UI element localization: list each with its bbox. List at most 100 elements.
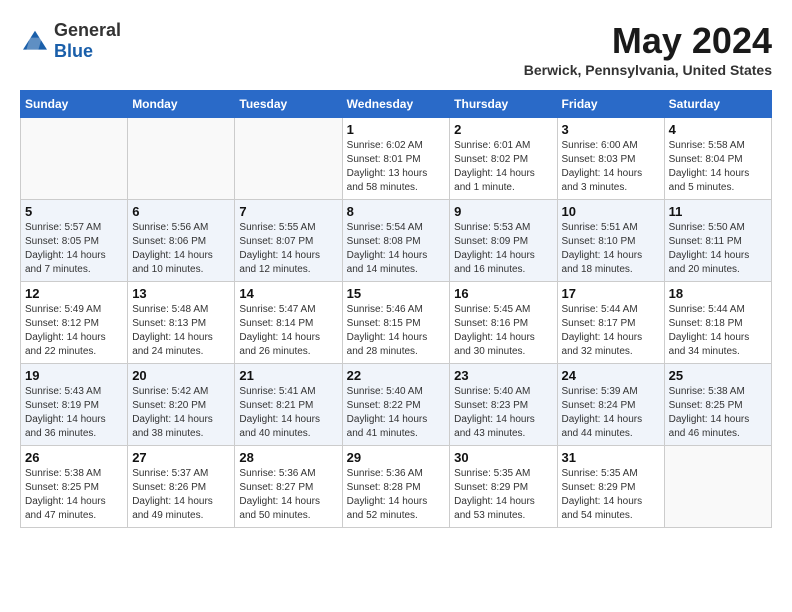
cell-info: Sunrise: 5:36 AMSunset: 8:27 PMDaylight:… bbox=[239, 467, 337, 523]
cell-info: Sunrise: 5:39 AMSunset: 8:24 PMDaylight:… bbox=[562, 385, 660, 441]
cell-day-number: 7 bbox=[239, 204, 337, 219]
cell-info: Sunrise: 5:35 AMSunset: 8:29 PMDaylight:… bbox=[562, 467, 660, 523]
cell-day-number: 26 bbox=[25, 450, 123, 465]
calendar-cell: 23Sunrise: 5:40 AMSunset: 8:23 PMDayligh… bbox=[450, 364, 557, 446]
calendar-cell: 25 Sunrise: 5:38 AMSunset: 8:25 PMDayligh… bbox=[664, 364, 771, 446]
cell-day-number: 25 bbox=[669, 368, 767, 383]
cell-day-number: 13 bbox=[132, 286, 230, 301]
cell-day-number: 27 bbox=[132, 450, 230, 465]
cell-day-number: 31 bbox=[562, 450, 660, 465]
day-header-friday: Friday bbox=[557, 91, 664, 118]
cell-info: Sunrise: 5:36 AMSunset: 8:28 PMDaylight:… bbox=[347, 467, 446, 523]
cell-info: Sunrise: 5:49 AMSunset: 8:12 PMDaylight:… bbox=[25, 303, 123, 359]
calendar-cell: 24 Sunrise: 5:39 AMSunset: 8:24 PMDayligh… bbox=[557, 364, 664, 446]
cell-info: Sunrise: 5:44 AMSunset: 8:17 PMDaylight:… bbox=[562, 303, 660, 359]
calendar-week-row: 1 Sunrise: 6:02 AMSunset: 8:01 PMDaylight… bbox=[21, 118, 772, 200]
calendar-table: SundayMondayTuesdayWednesdayThursdayFrid… bbox=[20, 90, 772, 528]
cell-day-number: 10 bbox=[562, 204, 660, 219]
cell-info: Sunrise: 5:37 AMSunset: 8:26 PMDaylight:… bbox=[132, 467, 230, 523]
cell-info: Sunrise: 6:00 AMSunset: 8:03 PMDaylight:… bbox=[562, 139, 660, 195]
cell-day-number: 28 bbox=[239, 450, 337, 465]
logo-general: General bbox=[54, 20, 121, 40]
cell-info: Sunrise: 6:02 AMSunset: 8:01 PMDaylight:… bbox=[347, 139, 446, 195]
cell-info: Sunrise: 5:56 AMSunset: 8:06 PMDaylight:… bbox=[132, 221, 230, 277]
cell-day-number: 17 bbox=[562, 286, 660, 301]
day-header-sunday: Sunday bbox=[21, 91, 128, 118]
calendar-cell: 6Sunrise: 5:56 AMSunset: 8:06 PMDaylight… bbox=[128, 200, 235, 282]
cell-day-number: 16 bbox=[454, 286, 552, 301]
calendar-cell: 4 Sunrise: 5:58 AMSunset: 8:04 PMDaylight… bbox=[664, 118, 771, 200]
cell-info: Sunrise: 5:54 AMSunset: 8:08 PMDaylight:… bbox=[347, 221, 446, 277]
cell-day-number: 29 bbox=[347, 450, 446, 465]
cell-day-number: 20 bbox=[132, 368, 230, 383]
cell-info: Sunrise: 5:58 AMSunset: 8:04 PMDaylight:… bbox=[669, 139, 767, 195]
calendar-cell: 16Sunrise: 5:45 AMSunset: 8:16 PMDayligh… bbox=[450, 282, 557, 364]
cell-info: Sunrise: 5:41 AMSunset: 8:21 PMDaylight:… bbox=[239, 385, 337, 441]
calendar-cell: 29 Sunrise: 5:36 AMSunset: 8:28 PMDayligh… bbox=[342, 446, 450, 528]
cell-info: Sunrise: 5:48 AMSunset: 8:13 PMDaylight:… bbox=[132, 303, 230, 359]
cell-info: Sunrise: 5:44 AMSunset: 8:18 PMDaylight:… bbox=[669, 303, 767, 359]
calendar-header-row: SundayMondayTuesdayWednesdayThursdayFrid… bbox=[21, 91, 772, 118]
calendar-week-row: 19 Sunrise: 5:43 AMSunset: 8:19 PMDayligh… bbox=[21, 364, 772, 446]
cell-info: Sunrise: 5:50 AMSunset: 8:11 PMDaylight:… bbox=[669, 221, 767, 277]
calendar-cell: 10 Sunrise: 5:51 AMSunset: 8:10 PMDayligh… bbox=[557, 200, 664, 282]
cell-info: Sunrise: 5:46 AMSunset: 8:15 PMDaylight:… bbox=[347, 303, 446, 359]
calendar-cell bbox=[21, 118, 128, 200]
cell-info: Sunrise: 6:01 AMSunset: 8:02 PMDaylight:… bbox=[454, 139, 552, 195]
day-header-monday: Monday bbox=[128, 91, 235, 118]
calendar-week-row: 5Sunrise: 5:57 AMSunset: 8:05 PMDaylight… bbox=[21, 200, 772, 282]
location-subtitle: Berwick, Pennsylvania, United States bbox=[524, 62, 772, 78]
cell-day-number: 15 bbox=[347, 286, 446, 301]
calendar-cell: 8Sunrise: 5:54 AMSunset: 8:08 PMDaylight… bbox=[342, 200, 450, 282]
cell-day-number: 24 bbox=[562, 368, 660, 383]
cell-day-number: 12 bbox=[25, 286, 123, 301]
cell-day-number: 9 bbox=[454, 204, 552, 219]
cell-day-number: 21 bbox=[239, 368, 337, 383]
cell-info: Sunrise: 5:42 AMSunset: 8:20 PMDaylight:… bbox=[132, 385, 230, 441]
calendar-cell: 14Sunrise: 5:47 AMSunset: 8:14 PMDayligh… bbox=[235, 282, 342, 364]
calendar-cell: 9Sunrise: 5:53 AMSunset: 8:09 PMDaylight… bbox=[450, 200, 557, 282]
calendar-week-row: 26 Sunrise: 5:38 AMSunset: 8:25 PMDayligh… bbox=[21, 446, 772, 528]
calendar-cell: 15 Sunrise: 5:46 AMSunset: 8:15 PMDayligh… bbox=[342, 282, 450, 364]
cell-info: Sunrise: 5:38 AMSunset: 8:25 PMDaylight:… bbox=[669, 385, 767, 441]
calendar-cell: 19 Sunrise: 5:43 AMSunset: 8:19 PMDayligh… bbox=[21, 364, 128, 446]
logo-icon bbox=[20, 29, 50, 53]
calendar-cell: 31 Sunrise: 5:35 AMSunset: 8:29 PMDayligh… bbox=[557, 446, 664, 528]
calendar-cell: 7 Sunrise: 5:55 AMSunset: 8:07 PMDaylight… bbox=[235, 200, 342, 282]
cell-info: Sunrise: 5:43 AMSunset: 8:19 PMDaylight:… bbox=[25, 385, 123, 441]
calendar-cell: 18 Sunrise: 5:44 AMSunset: 8:18 PMDayligh… bbox=[664, 282, 771, 364]
calendar-cell: 2Sunrise: 6:01 AMSunset: 8:02 PMDaylight… bbox=[450, 118, 557, 200]
logo-blue: Blue bbox=[54, 41, 93, 61]
calendar-cell: 1 Sunrise: 6:02 AMSunset: 8:01 PMDaylight… bbox=[342, 118, 450, 200]
calendar-cell: 17 Sunrise: 5:44 AMSunset: 8:17 PMDayligh… bbox=[557, 282, 664, 364]
cell-day-number: 18 bbox=[669, 286, 767, 301]
cell-day-number: 5 bbox=[25, 204, 123, 219]
cell-day-number: 19 bbox=[25, 368, 123, 383]
cell-info: Sunrise: 5:38 AMSunset: 8:25 PMDaylight:… bbox=[25, 467, 123, 523]
month-title: May 2024 bbox=[524, 20, 772, 62]
calendar-cell: 13 Sunrise: 5:48 AMSunset: 8:13 PMDayligh… bbox=[128, 282, 235, 364]
cell-day-number: 14 bbox=[239, 286, 337, 301]
calendar-cell: 3 Sunrise: 6:00 AMSunset: 8:03 PMDaylight… bbox=[557, 118, 664, 200]
calendar-cell: 21 Sunrise: 5:41 AMSunset: 8:21 PMDayligh… bbox=[235, 364, 342, 446]
calendar-cell: 22Sunrise: 5:40 AMSunset: 8:22 PMDayligh… bbox=[342, 364, 450, 446]
calendar-cell bbox=[664, 446, 771, 528]
cell-day-number: 4 bbox=[669, 122, 767, 137]
calendar-cell: 20 Sunrise: 5:42 AMSunset: 8:20 PMDayligh… bbox=[128, 364, 235, 446]
cell-info: Sunrise: 5:40 AMSunset: 8:22 PMDaylight:… bbox=[347, 385, 446, 441]
calendar-cell: 11Sunrise: 5:50 AMSunset: 8:11 PMDayligh… bbox=[664, 200, 771, 282]
calendar-cell: 12 Sunrise: 5:49 AMSunset: 8:12 PMDayligh… bbox=[21, 282, 128, 364]
calendar-cell bbox=[128, 118, 235, 200]
cell-info: Sunrise: 5:51 AMSunset: 8:10 PMDaylight:… bbox=[562, 221, 660, 277]
cell-info: Sunrise: 5:55 AMSunset: 8:07 PMDaylight:… bbox=[239, 221, 337, 277]
cell-day-number: 1 bbox=[347, 122, 446, 137]
calendar-cell: 5Sunrise: 5:57 AMSunset: 8:05 PMDaylight… bbox=[21, 200, 128, 282]
cell-day-number: 23 bbox=[454, 368, 552, 383]
calendar-week-row: 12 Sunrise: 5:49 AMSunset: 8:12 PMDayligh… bbox=[21, 282, 772, 364]
cell-day-number: 30 bbox=[454, 450, 552, 465]
calendar-cell bbox=[235, 118, 342, 200]
calendar-cell: 27 Sunrise: 5:37 AMSunset: 8:26 PMDayligh… bbox=[128, 446, 235, 528]
day-header-wednesday: Wednesday bbox=[342, 91, 450, 118]
calendar-cell: 26 Sunrise: 5:38 AMSunset: 8:25 PMDayligh… bbox=[21, 446, 128, 528]
cell-day-number: 3 bbox=[562, 122, 660, 137]
